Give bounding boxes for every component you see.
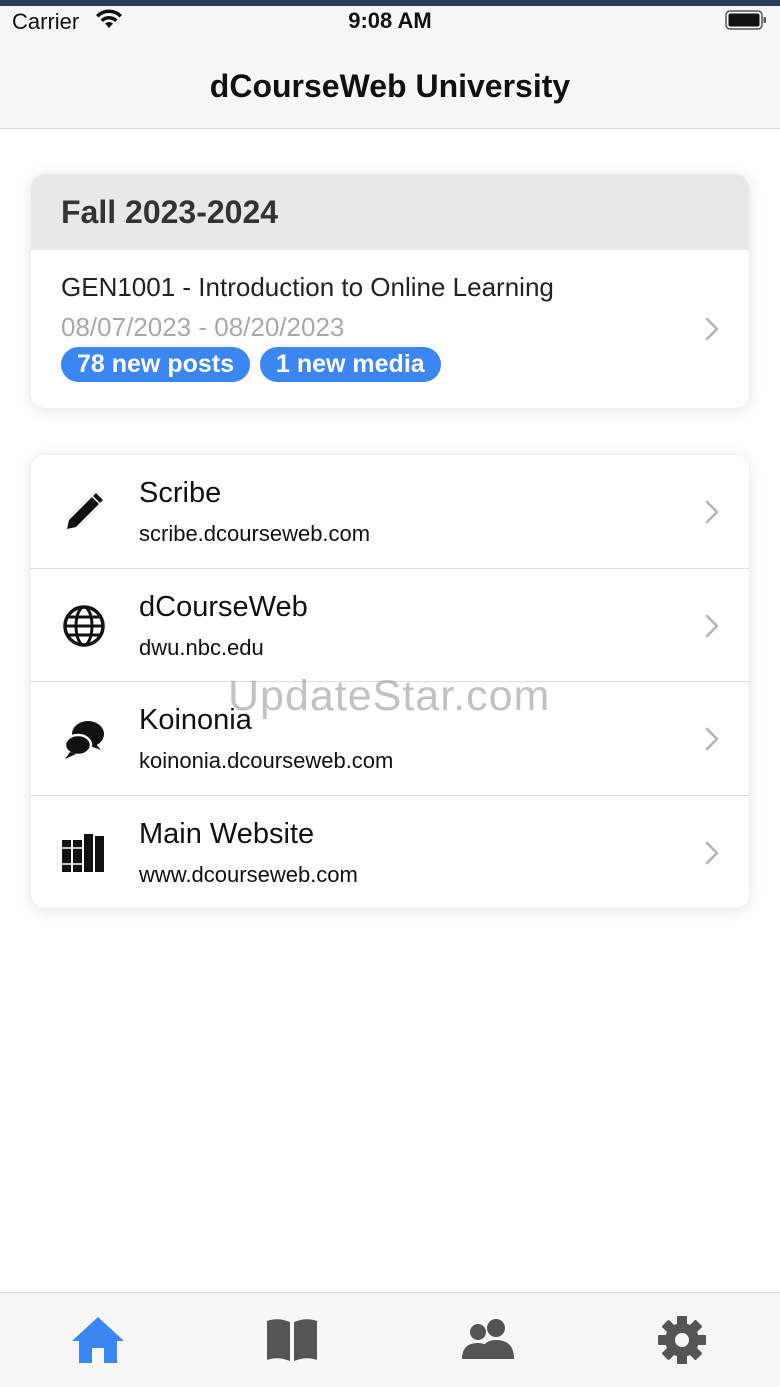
new-posts-badge: 78 new posts (61, 347, 250, 382)
status-bar: Carrier 9:08 AM (0, 6, 780, 40)
navigation-bar: dCourseWeb University (0, 40, 780, 129)
chevron-right-icon (705, 500, 719, 524)
chevron-right-icon (705, 727, 719, 751)
link-row-scribe[interactable]: Scribe scribe.dcourseweb.com (31, 455, 749, 569)
course-badges: 78 new posts 1 new media (61, 347, 441, 382)
link-url: dwu.nbc.edu (139, 634, 264, 660)
link-url: koinonia.dcourseweb.com (139, 748, 394, 773)
link-title: Koinonia (139, 704, 252, 736)
links-card: Scribe scribe.dcourseweb.com dCourseWeb … (31, 455, 749, 908)
link-row-dcourseweb[interactable]: dCourseWeb dwu.nbc.edu (31, 569, 749, 682)
term-title: Fall 2023-2024 (61, 193, 279, 230)
tab-people[interactable] (458, 1313, 518, 1367)
chevron-right-icon (705, 841, 719, 864)
tab-courses[interactable] (262, 1313, 322, 1367)
term-card: Fall 2023-2024 GEN1001 - Introduction to… (31, 174, 749, 408)
pencil-icon (67, 493, 103, 529)
course-dates: 08/07/2023 - 08/20/2023 (61, 312, 345, 342)
chevron-right-icon (705, 614, 719, 637)
home-icon (72, 1317, 124, 1363)
books-icon (62, 833, 104, 872)
link-row-koinonia[interactable]: Koinonia koinonia.dcourseweb.com (31, 682, 749, 796)
link-title: Main Website (139, 817, 315, 850)
course-row[interactable]: GEN1001 - Introduction to Online Learnin… (31, 250, 749, 408)
tab-settings[interactable] (652, 1313, 712, 1367)
gear-icon (658, 1316, 706, 1364)
page-title: dCourseWeb University (209, 68, 571, 104)
chevron-right-icon (705, 317, 719, 341)
link-url: scribe.dcourseweb.com (139, 521, 371, 546)
link-title: Scribe (139, 477, 222, 509)
clock: 9:08 AM (348, 8, 432, 33)
chat-bubbles-icon (63, 721, 104, 759)
book-icon (267, 1319, 317, 1361)
tab-bar (0, 1292, 780, 1387)
globe-icon (63, 604, 105, 647)
battery-icon (725, 10, 766, 30)
people-icon (462, 1319, 514, 1359)
link-title: dCourseWeb (139, 590, 308, 623)
link-url: www.dcourseweb.com (139, 861, 358, 887)
link-row-main-website[interactable]: Main Website www.dcourseweb.com (31, 796, 749, 909)
new-media-badge: 1 new media (260, 347, 441, 382)
course-name: GEN1001 - Introduction to Online Learnin… (61, 272, 554, 302)
tab-home[interactable] (68, 1313, 128, 1367)
term-header: Fall 2023-2024 (31, 174, 749, 250)
